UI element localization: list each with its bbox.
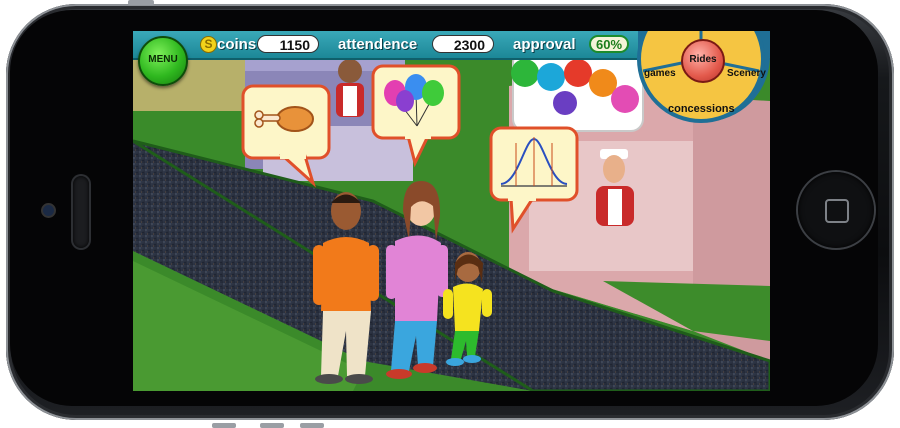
hud-bar: S coins 1150 attendence 2300 approval 60…	[133, 31, 770, 60]
home-square-icon	[825, 199, 849, 223]
front-camera	[43, 205, 54, 216]
attendance-label: attendence	[338, 36, 418, 53]
approval-value: 60%	[589, 35, 629, 53]
concessions-button[interactable]: concessions	[668, 103, 735, 115]
approval-label: approval	[513, 36, 576, 53]
mute-button	[260, 423, 284, 428]
rides-button[interactable]: Rides	[681, 39, 725, 83]
coins-label: coins	[217, 36, 257, 53]
vendor-left	[336, 59, 364, 117]
volume-down-button	[300, 423, 324, 428]
games-button[interactable]: games	[644, 68, 676, 79]
phone-mockup: S coins 1150 attendence 2300 approval 60…	[0, 0, 900, 428]
park-scene	[133, 31, 770, 391]
game-screen: S coins 1150 attendence 2300 approval 60…	[133, 31, 770, 391]
coin-icon: S	[200, 36, 217, 53]
home-button[interactable]	[798, 172, 874, 248]
menu-button[interactable]: MENU	[138, 36, 188, 86]
earpiece-speaker	[73, 176, 89, 248]
volume-button	[128, 0, 154, 5]
scenery-button[interactable]: Scenery	[727, 68, 766, 79]
attendance-value: 2300	[432, 35, 494, 53]
power-button	[212, 423, 236, 428]
coins-value: 1150	[257, 35, 319, 53]
